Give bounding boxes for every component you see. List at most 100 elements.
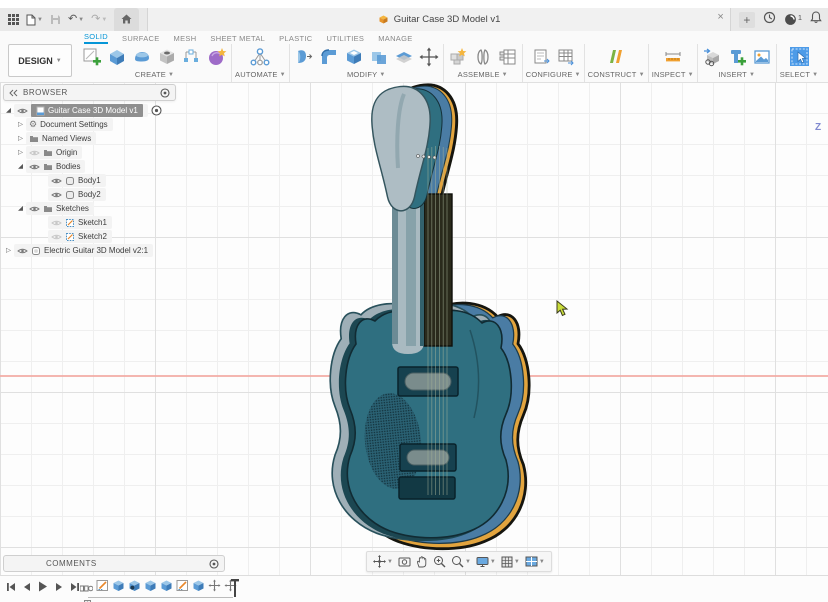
comments-expand-icon[interactable] xyxy=(209,559,219,569)
eye-icon[interactable] xyxy=(17,247,28,255)
extrude-button[interactable] xyxy=(106,46,128,68)
expander-icon[interactable]: ◢ xyxy=(15,202,26,215)
undo-button[interactable]: ↶▼ xyxy=(68,14,84,25)
timeline-sketch-feature[interactable] xyxy=(176,579,189,592)
tab-plastic[interactable]: PLASTIC xyxy=(279,34,312,44)
comments-bar[interactable]: COMMENTS xyxy=(3,555,225,572)
eye-off-icon[interactable] xyxy=(51,233,62,241)
joint-button[interactable] xyxy=(472,46,494,68)
timeline-zoom-handle[interactable] xyxy=(84,594,91,602)
insert-canvas-button[interactable] xyxy=(751,46,773,68)
form-button[interactable] xyxy=(131,46,153,68)
expander-icon[interactable]: ▷ xyxy=(3,244,14,257)
viewports-button[interactable]: ▼ xyxy=(525,556,545,567)
tree-row-body1[interactable]: Body1 xyxy=(3,174,176,187)
timeline-sketch-feature[interactable] xyxy=(96,579,109,592)
fit-button[interactable]: ▼ xyxy=(451,555,471,568)
eye-icon[interactable] xyxy=(51,177,62,185)
app-grid-icon[interactable] xyxy=(8,14,19,25)
tab-utilities[interactable]: UTILITIES xyxy=(327,34,365,44)
eye-icon[interactable] xyxy=(51,191,62,199)
shell-button[interactable] xyxy=(343,46,365,68)
automate-group-label[interactable]: AUTOMATE▼ xyxy=(235,69,286,80)
look-at-button[interactable] xyxy=(398,556,411,567)
construct-group-label[interactable]: CONSTRUCT▼ xyxy=(588,69,645,80)
expander-icon[interactable]: ◢ xyxy=(15,160,26,173)
tab-mesh[interactable]: MESH xyxy=(174,34,197,44)
automate-button[interactable] xyxy=(247,46,273,68)
configure-group-label[interactable]: CONFIGURE▼ xyxy=(526,69,581,80)
home-tab-button[interactable] xyxy=(114,8,139,31)
timeline-extrude-hole-feature[interactable] xyxy=(128,579,141,592)
tree-row-document-settings[interactable]: ▷ ⚙Document Settings xyxy=(3,118,176,131)
tree-row-sketch2[interactable]: Sketch2 xyxy=(3,230,176,243)
configuration-doc-button[interactable] xyxy=(530,46,552,68)
tab-surface[interactable]: SURFACE xyxy=(122,34,160,44)
timeline-extrude-feature[interactable] xyxy=(192,579,205,592)
timeline-extrude-feature[interactable] xyxy=(160,579,173,592)
file-menu-button[interactable]: ▼ xyxy=(26,14,43,26)
go-to-start-button[interactable] xyxy=(5,581,16,592)
orbit-button[interactable]: ▼ xyxy=(373,555,393,568)
workspace-selector[interactable]: DESIGN▼ xyxy=(8,44,72,77)
notifications-button[interactable] xyxy=(810,11,822,29)
display-settings-button[interactable]: ▼ xyxy=(476,556,496,568)
tree-row-origin[interactable]: ▷ Origin xyxy=(3,146,176,159)
pan-button[interactable] xyxy=(416,556,428,568)
tree-row-named-views[interactable]: ▷ Named Views xyxy=(3,132,176,145)
expander-icon[interactable]: ▷ xyxy=(15,132,26,145)
timeline-playhead[interactable] xyxy=(229,578,241,602)
history-button[interactable] xyxy=(763,11,776,29)
guitar-model[interactable] xyxy=(300,82,540,560)
collapse-panel-icon[interactable] xyxy=(9,89,18,97)
select-group-label[interactable]: SELECT▼ xyxy=(780,69,819,80)
tree-row-electric-guitar[interactable]: ▷ Electric Guitar 3D Model v2:1 xyxy=(3,244,176,257)
panel-options-icon[interactable] xyxy=(160,88,170,98)
select-button[interactable] xyxy=(788,46,810,68)
press-pull-button[interactable] xyxy=(293,46,315,68)
bom-table-button[interactable] xyxy=(497,46,519,68)
expander-icon[interactable]: ▷ xyxy=(15,146,26,159)
tab-sheet-metal[interactable]: SHEET METAL xyxy=(210,34,265,44)
close-tab-icon[interactable]: × xyxy=(717,12,723,23)
combine-button[interactable] xyxy=(368,46,390,68)
zoom-button[interactable] xyxy=(433,555,446,568)
new-tab-button[interactable]: + xyxy=(739,12,755,28)
eye-icon[interactable] xyxy=(29,163,40,171)
modify-group-label[interactable]: MODIFY▼ xyxy=(347,69,386,80)
eye-off-icon[interactable] xyxy=(51,219,62,227)
eye-icon[interactable] xyxy=(29,205,40,213)
create-group-label[interactable]: CREATE▼ xyxy=(135,69,174,80)
expander-icon[interactable]: ▷ xyxy=(15,118,26,131)
new-component-button[interactable] xyxy=(447,46,469,68)
measure-button[interactable] xyxy=(662,46,684,68)
model-viewport[interactable]: Z xyxy=(0,82,828,576)
grid-settings-button[interactable]: ▼ xyxy=(501,556,520,568)
timeline-extrude-feature[interactable] xyxy=(112,579,125,592)
timeline-move-feature[interactable] xyxy=(208,579,221,592)
save-button[interactable] xyxy=(50,14,61,25)
tab-manage[interactable]: MANAGE xyxy=(378,34,412,44)
browser-header[interactable]: BROWSER xyxy=(3,84,176,101)
go-to-end-button[interactable] xyxy=(69,581,80,592)
fillet-button[interactable] xyxy=(318,46,340,68)
configuration-table-button[interactable] xyxy=(555,46,577,68)
eye-icon[interactable] xyxy=(17,107,28,115)
tree-row-root[interactable]: ◢ Guitar Case 3D Model v1 xyxy=(3,104,176,117)
create-form-shape-button[interactable] xyxy=(206,46,228,68)
expander-icon[interactable]: ◢ xyxy=(3,104,14,117)
step-forward-button[interactable] xyxy=(53,581,64,592)
activate-radio-icon[interactable] xyxy=(151,105,162,116)
timeline-track[interactable] xyxy=(88,597,233,598)
sketch-dimension-button[interactable] xyxy=(181,46,203,68)
split-body-button[interactable] xyxy=(393,46,415,68)
document-tab[interactable]: Guitar Case 3D Model v1 × xyxy=(147,8,731,31)
insert-group-label[interactable]: INSERT▼ xyxy=(718,69,755,80)
tree-row-bodies[interactable]: ◢ Bodies xyxy=(3,160,176,173)
create-sketch-button[interactable] xyxy=(81,46,103,68)
insert-fastener-button[interactable] xyxy=(726,46,748,68)
job-status-button[interactable]: 1 xyxy=(784,13,802,26)
tree-row-sketches[interactable]: ◢ Sketches xyxy=(3,202,176,215)
play-button[interactable] xyxy=(37,581,48,592)
inspect-group-label[interactable]: INSPECT▼ xyxy=(652,69,694,80)
